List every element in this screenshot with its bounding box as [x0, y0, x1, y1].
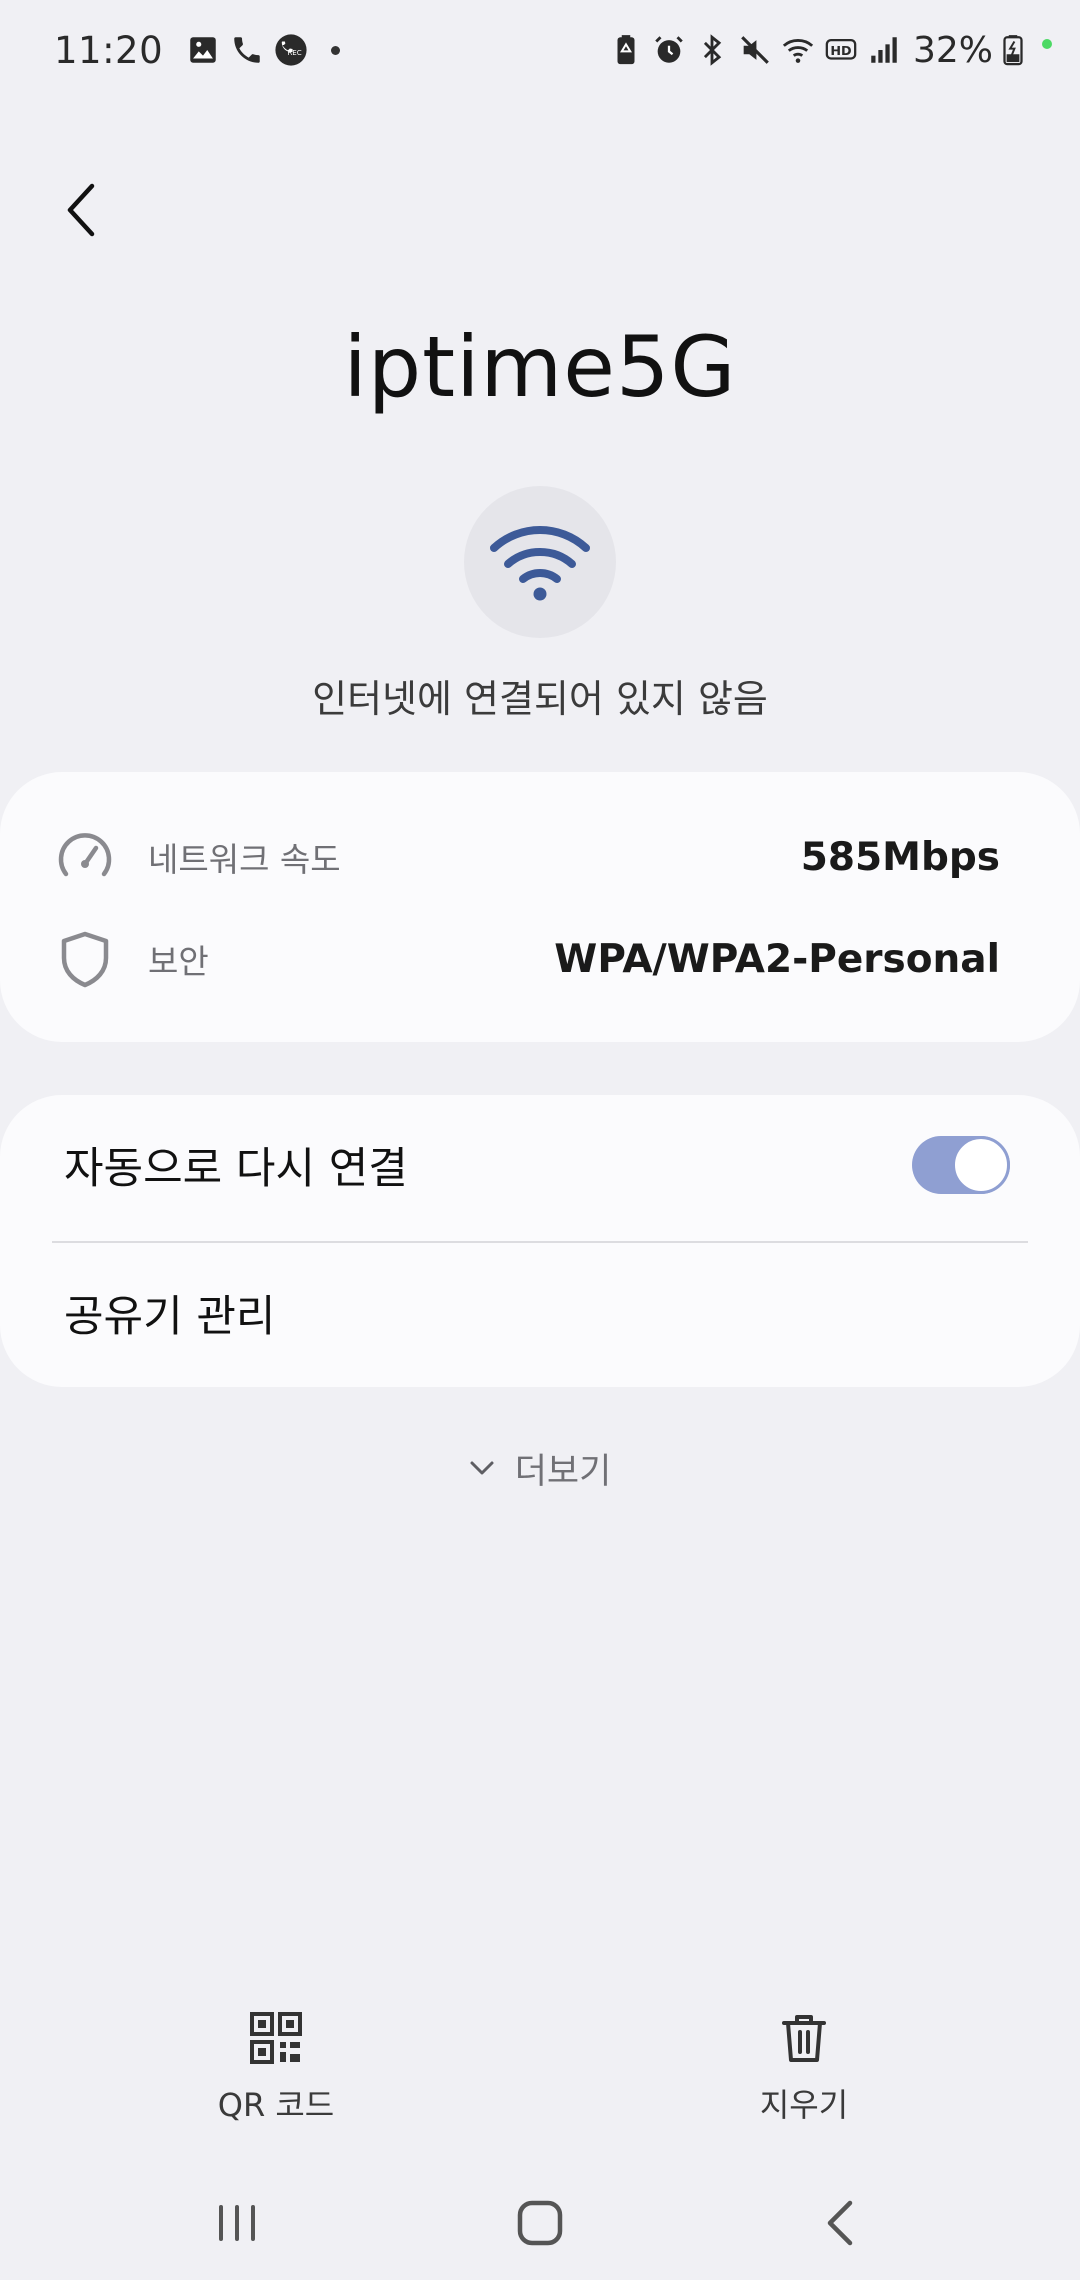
status-left: 11:20 REC	[54, 28, 341, 72]
auto-reconnect-row[interactable]: 자동으로 다시 연결	[0, 1095, 1080, 1235]
recent-apps-button[interactable]	[182, 2186, 292, 2260]
more-label: 더보기	[514, 1451, 612, 1492]
battery-percentage: 32%	[912, 29, 993, 71]
router-manage-label: 공유기 관리	[64, 1292, 276, 1342]
battery-charging-icon	[995, 32, 1031, 68]
alarm-icon	[651, 32, 687, 68]
phone-icon	[229, 32, 265, 68]
home-button[interactable]	[485, 2186, 595, 2260]
system-navigation-bar	[0, 2166, 1080, 2280]
signal-icon	[866, 32, 902, 68]
network-info-card: 네트워크 속도 585Mbps 보안 WPA/WPA2-Personal	[0, 772, 1080, 1042]
chevron-left-icon	[67, 183, 95, 237]
delete-label: 지우기	[759, 2086, 849, 2124]
connection-status-text: 인터넷에 연결되어 있지 않음	[312, 677, 768, 721]
security-row: 보안 WPA/WPA2-Personal	[0, 914, 1080, 1004]
qr-code-label: QR 코드	[217, 2086, 335, 2124]
gallery-icon	[185, 32, 221, 68]
mute-icon	[737, 32, 773, 68]
svg-text:HD: HD	[830, 44, 851, 59]
status-time: 11:20	[54, 28, 164, 72]
home-icon	[517, 2200, 563, 2246]
more-button[interactable]: 더보기	[0, 1438, 1080, 1498]
status-right: HD 32%	[608, 30, 1052, 71]
network-settings-card: 자동으로 다시 연결 공유기 관리	[0, 1095, 1080, 1387]
hd-voice-icon: HD	[823, 32, 859, 68]
wifi-icon	[780, 32, 816, 68]
router-manage-row[interactable]: 공유기 관리	[0, 1243, 1080, 1383]
auto-reconnect-toggle[interactable]	[912, 1136, 1010, 1194]
wifi-icon	[490, 526, 590, 601]
delete-network-button[interactable]: 지우기	[704, 2010, 904, 2140]
battery-saver-icon	[608, 32, 644, 68]
auto-reconnect-label: 자동으로 다시 연결	[64, 1144, 408, 1194]
network-speed-value: 585Mbps	[800, 834, 1000, 880]
security-value: WPA/WPA2-Personal	[554, 936, 1000, 982]
trash-icon	[782, 2015, 826, 2062]
notification-dot	[331, 45, 341, 55]
back-button[interactable]	[50, 170, 114, 250]
wifi-signal-badge	[464, 486, 616, 638]
wifi-network-details-screen: 11:20 REC HD 32% iptime5G 인터넷에 연결되어 있지 않…	[0, 0, 1080, 2280]
charging-indicator-dot	[1042, 38, 1052, 49]
toggle-knob	[952, 1136, 1010, 1194]
network-speed-row: 네트워크 속도 585Mbps	[0, 812, 1080, 902]
qr-code-button[interactable]: QR 코드	[176, 2010, 376, 2140]
back-icon	[827, 2200, 853, 2246]
speedometer-icon	[50, 822, 120, 892]
network-speed-label: 네트워크 속도	[148, 840, 341, 879]
qr-code-icon	[250, 2012, 302, 2064]
recent-apps-icon	[219, 2205, 255, 2241]
chevron-down-icon	[470, 1461, 494, 1475]
bluetooth-icon	[694, 32, 730, 68]
status-bar: 11:20 REC HD 32%	[0, 0, 1080, 100]
shield-icon	[50, 924, 120, 994]
security-label: 보안	[148, 942, 209, 981]
svg-text:REC: REC	[288, 48, 302, 57]
network-name-title: iptime5G	[343, 318, 737, 416]
call-recording-icon: REC	[273, 32, 309, 68]
nav-back-button[interactable]	[787, 2186, 897, 2260]
